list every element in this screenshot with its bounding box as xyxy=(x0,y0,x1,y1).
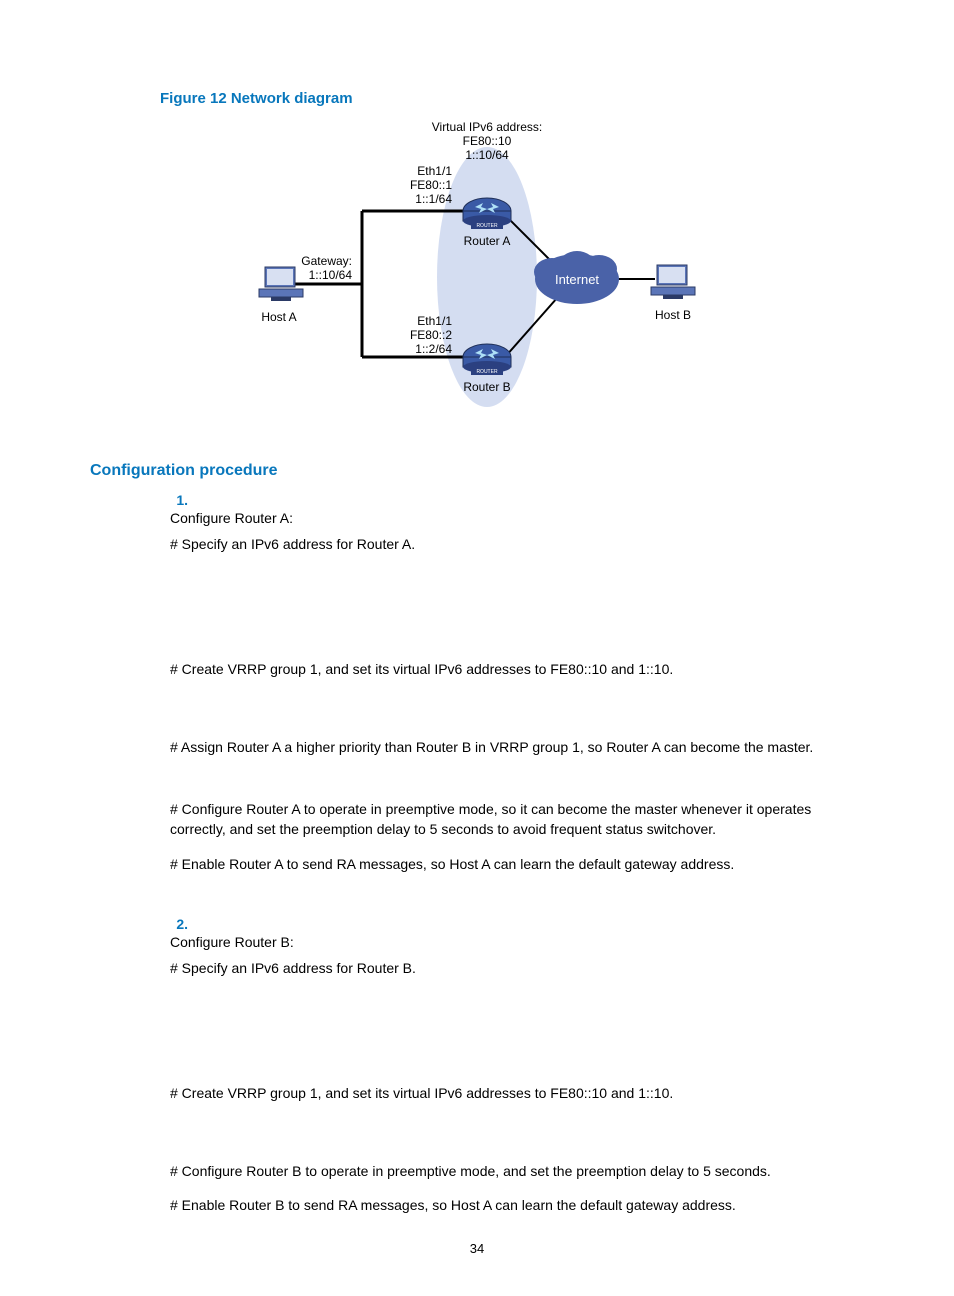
ra-ip: 1::1/64 xyxy=(415,192,452,206)
network-diagram: Internet Host A Host B xyxy=(247,117,707,437)
step-text: # Assign Router A a higher priority than… xyxy=(170,737,840,757)
router-a-label: Router A xyxy=(464,234,511,248)
step-text: # Configure Router B to operate in preem… xyxy=(170,1161,840,1181)
gateway-l1: Gateway: xyxy=(301,254,352,268)
router-b-icon: ROUTER xyxy=(463,344,511,375)
step-body: Configure Router A: # Specify an IPv6 ad… xyxy=(170,508,840,916)
host-b-label: Host B xyxy=(655,308,691,322)
host-b-icon xyxy=(651,265,695,299)
steps-list: 1. Configure Router A: # Specify an IPv6… xyxy=(160,492,864,1230)
step-number: 2. xyxy=(160,916,188,932)
step-2: 2. Configure Router B: # Specify an IPv6… xyxy=(160,916,864,1229)
virtual-addr-line3: 1::10/64 xyxy=(465,148,509,162)
step-text: # Create VRRP group 1, and set its virtu… xyxy=(170,659,840,679)
step-title: Configure Router A: xyxy=(170,508,840,528)
rb-ip: 1::2/64 xyxy=(415,342,452,356)
figure-caption: Figure 12 Network diagram xyxy=(160,90,864,107)
svg-text:ROUTER: ROUTER xyxy=(476,223,498,229)
router-a-icon: ROUTER xyxy=(463,198,511,229)
step-text: # Enable Router B to send RA messages, s… xyxy=(170,1195,840,1215)
internet-cloud-icon: Internet xyxy=(534,251,619,304)
step-text: # Configure Router A to operate in preem… xyxy=(170,799,840,840)
page: Figure 12 Network diagram Internet xyxy=(0,0,954,1296)
svg-text:ROUTER: ROUTER xyxy=(476,369,498,375)
virtual-addr-line1: Virtual IPv6 address: xyxy=(432,120,543,134)
step-text: # Enable Router A to send RA messages, s… xyxy=(170,854,840,874)
section-heading: Configuration procedure xyxy=(90,462,864,480)
step-title: Configure Router B: xyxy=(170,932,840,952)
step-number: 1. xyxy=(160,492,188,508)
router-b-label: Router B xyxy=(463,380,510,394)
page-number: 34 xyxy=(0,1241,954,1256)
step-text: # Specify an IPv6 address for Router A. xyxy=(170,534,840,554)
gateway-l2: 1::10/64 xyxy=(309,268,353,282)
step-1: 1. Configure Router A: # Specify an IPv6… xyxy=(160,492,864,916)
step-text: # Specify an IPv6 address for Router B. xyxy=(170,958,840,978)
ra-eth: Eth1/1 xyxy=(417,164,452,178)
rb-fe: FE80::2 xyxy=(410,328,452,342)
step-text: # Create VRRP group 1, and set its virtu… xyxy=(170,1083,840,1103)
rb-eth: Eth1/1 xyxy=(417,314,452,328)
step-body: Configure Router B: # Specify an IPv6 ad… xyxy=(170,932,840,1229)
virtual-addr-line2: FE80::10 xyxy=(463,134,512,148)
ra-fe: FE80::1 xyxy=(410,178,452,192)
host-a-label: Host A xyxy=(261,310,296,324)
internet-label: Internet xyxy=(555,272,599,287)
